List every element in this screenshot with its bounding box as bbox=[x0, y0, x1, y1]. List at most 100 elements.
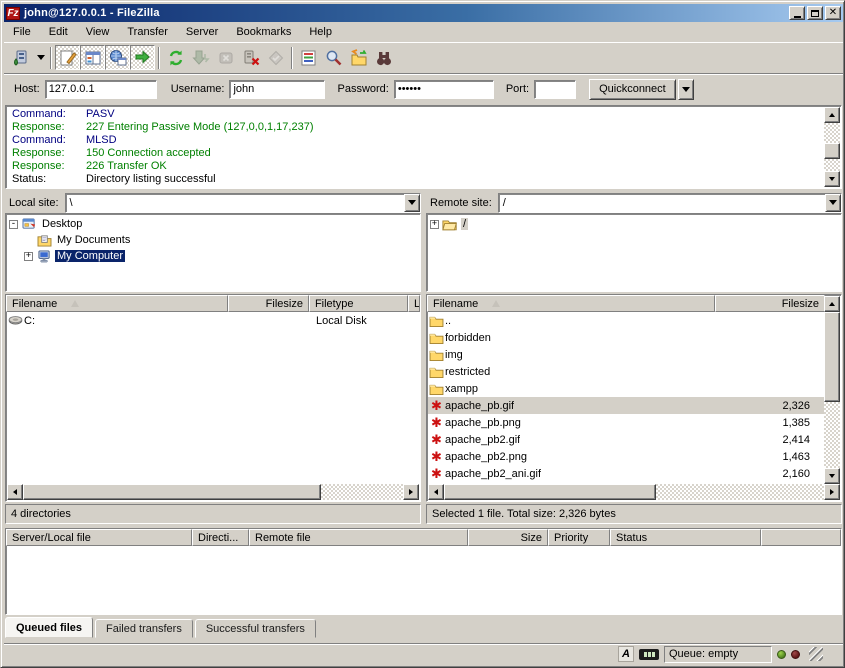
filezilla-window: Fz john@127.0.0.1 - FileZilla ✕ File Edi… bbox=[0, 0, 845, 668]
expand-icon[interactable]: + bbox=[430, 220, 439, 229]
port-input[interactable] bbox=[534, 80, 576, 99]
speed-limit-icon bbox=[639, 649, 659, 660]
tree-item-desktop[interactable]: - Desktop bbox=[6, 216, 420, 232]
minimize-button[interactable] bbox=[789, 6, 805, 20]
scrollbar-thumb[interactable] bbox=[23, 484, 321, 500]
remote-file-row[interactable]: restricted bbox=[428, 363, 824, 380]
disconnect-button[interactable] bbox=[238, 45, 263, 70]
tree-item-root[interactable]: + / bbox=[427, 216, 841, 232]
disconnect-icon bbox=[242, 49, 260, 67]
scrollbar-track[interactable] bbox=[656, 484, 824, 500]
local-tree-toggle-icon bbox=[84, 49, 102, 67]
password-input[interactable] bbox=[394, 80, 494, 99]
menu-view[interactable]: View bbox=[77, 24, 119, 40]
local-horizontal-scrollbar[interactable] bbox=[7, 484, 419, 500]
menu-bookmarks[interactable]: Bookmarks bbox=[227, 24, 300, 40]
column-header-filename[interactable]: Filename bbox=[427, 295, 715, 312]
scroll-right-button[interactable] bbox=[824, 484, 840, 500]
toggle-remote-tree-button[interactable] bbox=[105, 45, 130, 70]
site-manager-button[interactable] bbox=[9, 45, 34, 70]
sync-browsing-button[interactable] bbox=[346, 45, 371, 70]
tree-item-my-documents[interactable]: My Documents bbox=[21, 232, 420, 248]
scrollbar-thumb[interactable] bbox=[824, 143, 840, 159]
log-text: 226 Transfer OK bbox=[86, 160, 167, 173]
compare-button[interactable] bbox=[371, 45, 396, 70]
file-size: 1,385 bbox=[782, 417, 824, 429]
column-header-server-local-file[interactable]: Server/Local file bbox=[6, 529, 192, 546]
column-header-direction[interactable]: Directi... bbox=[192, 529, 249, 546]
scroll-up-button[interactable] bbox=[824, 296, 840, 312]
menu-file[interactable]: File bbox=[4, 24, 40, 40]
refresh-button[interactable] bbox=[163, 45, 188, 70]
scroll-left-button[interactable] bbox=[7, 484, 23, 500]
remote-file-row[interactable]: img bbox=[428, 346, 824, 363]
site-manager-dropdown-button[interactable] bbox=[34, 45, 47, 70]
search-button[interactable] bbox=[321, 45, 346, 70]
local-file-row[interactable]: C: Local Disk bbox=[7, 312, 419, 329]
expand-icon[interactable]: + bbox=[24, 252, 33, 261]
scroll-down-button[interactable] bbox=[824, 468, 840, 484]
log-label: Response: bbox=[12, 147, 86, 160]
remote-file-row[interactable]: ✱ apache_pb2.png 1,463 bbox=[428, 448, 824, 465]
scrollbar-track[interactable] bbox=[321, 484, 403, 500]
quickconnect-button[interactable]: Quickconnect bbox=[589, 79, 676, 100]
remote-file-row[interactable]: xampp bbox=[428, 380, 824, 397]
remote-file-row[interactable]: ✱ apache_pb2_ani.gif 2,160 bbox=[428, 465, 824, 482]
username-input[interactable] bbox=[229, 80, 325, 99]
process-queue-button[interactable] bbox=[188, 45, 213, 70]
menu-help[interactable]: Help bbox=[300, 24, 341, 40]
local-site-combo[interactable]: \ bbox=[65, 193, 421, 213]
quickconnect-dropdown-button[interactable] bbox=[678, 79, 694, 100]
scroll-right-button[interactable] bbox=[403, 484, 419, 500]
scroll-down-button[interactable] bbox=[824, 171, 840, 187]
column-header-last-modified[interactable]: L bbox=[408, 295, 420, 312]
remote-vertical-scrollbar[interactable] bbox=[824, 296, 840, 484]
scrollbar-thumb[interactable] bbox=[444, 484, 656, 500]
column-header-remote-file[interactable]: Remote file bbox=[249, 529, 468, 546]
tab-successful-transfers[interactable]: Successful transfers bbox=[195, 619, 316, 638]
scroll-up-button[interactable] bbox=[824, 107, 840, 123]
menu-edit[interactable]: Edit bbox=[40, 24, 77, 40]
column-header-status[interactable]: Status bbox=[610, 529, 761, 546]
remote-file-row[interactable]: .. bbox=[428, 312, 824, 329]
toggle-local-tree-button[interactable] bbox=[80, 45, 105, 70]
remote-horizontal-scrollbar[interactable] bbox=[428, 484, 840, 500]
folder-icon bbox=[428, 383, 445, 395]
queue-list-empty[interactable] bbox=[7, 546, 840, 613]
remote-site-combo[interactable]: / bbox=[498, 193, 842, 213]
toggle-queue-button[interactable] bbox=[130, 45, 155, 70]
remote-file-row-selected[interactable]: ✱ apache_pb.gif 2,326 bbox=[428, 397, 824, 414]
remote-site-dropdown-button[interactable] bbox=[825, 194, 841, 212]
menu-transfer[interactable]: Transfer bbox=[118, 24, 177, 40]
file-size: 2,326 bbox=[782, 400, 824, 412]
column-header-filetype[interactable]: Filetype bbox=[309, 295, 408, 312]
column-header-priority[interactable]: Priority bbox=[548, 529, 610, 546]
cancel-button[interactable] bbox=[213, 45, 238, 70]
log-scrollbar[interactable] bbox=[824, 107, 840, 187]
remote-file-row[interactable]: ✱ apache_pb.png 1,385 bbox=[428, 414, 824, 431]
close-button[interactable]: ✕ bbox=[825, 6, 841, 20]
column-header-filesize[interactable]: Filesize bbox=[228, 295, 309, 312]
tab-queued-files[interactable]: Queued files bbox=[5, 617, 93, 638]
resize-grip[interactable] bbox=[809, 647, 823, 661]
tab-failed-transfers[interactable]: Failed transfers bbox=[95, 619, 193, 638]
local-status-bar: 4 directories bbox=[5, 504, 421, 524]
scroll-left-button[interactable] bbox=[428, 484, 444, 500]
toggle-log-button[interactable] bbox=[55, 45, 80, 70]
filter-button[interactable] bbox=[296, 45, 321, 70]
column-header-filename[interactable]: Filename bbox=[6, 295, 228, 312]
host-input[interactable] bbox=[45, 80, 157, 99]
remote-file-row[interactable]: forbidden bbox=[428, 329, 824, 346]
local-site-dropdown-button[interactable] bbox=[404, 194, 420, 212]
menu-server[interactable]: Server bbox=[177, 24, 227, 40]
collapse-icon[interactable]: - bbox=[9, 220, 18, 229]
column-header-blank bbox=[761, 529, 841, 546]
remote-file-row[interactable]: ✱ apache_pb2.gif 2,414 bbox=[428, 431, 824, 448]
reconnect-button[interactable] bbox=[263, 45, 288, 70]
tree-item-my-computer[interactable]: + My Computer bbox=[21, 248, 420, 264]
column-header-size[interactable]: Size bbox=[468, 529, 548, 546]
file-name: forbidden bbox=[445, 332, 491, 344]
scrollbar-thumb[interactable] bbox=[824, 312, 840, 402]
maximize-button[interactable] bbox=[807, 6, 823, 20]
column-header-filesize[interactable]: Filesize bbox=[715, 295, 825, 312]
